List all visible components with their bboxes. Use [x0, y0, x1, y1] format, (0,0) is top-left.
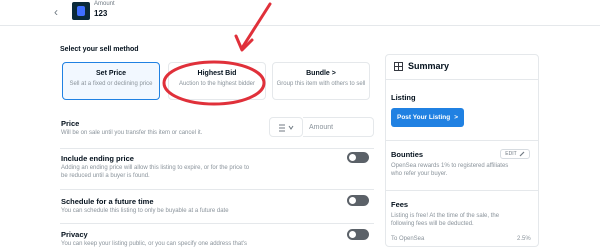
- divider: [60, 189, 374, 190]
- post-listing-label: Post Your Listing: [396, 114, 451, 121]
- future-time-description: You can schedule this listing to only be…: [61, 208, 229, 214]
- bounties-desc-2: who refer your buyer.: [391, 171, 448, 177]
- summary-title: Summary: [408, 61, 450, 71]
- future-time-title: Schedule for a future time: [61, 197, 154, 206]
- ethereum-icon: [279, 124, 294, 132]
- future-time-toggle[interactable]: [347, 195, 369, 206]
- amount-input[interactable]: Amount: [303, 117, 374, 137]
- sell-method-set-price[interactable]: Set Price Sell at a fixed or declining p…: [62, 62, 160, 100]
- item-value: 123: [94, 9, 108, 18]
- ending-price-toggle[interactable]: [347, 152, 369, 163]
- edit-label: EDIT: [505, 151, 517, 157]
- divider: [60, 148, 374, 149]
- privacy-title: Privacy: [61, 230, 88, 239]
- ending-price-desc-2: be reduced until a buyer is found.: [61, 173, 150, 179]
- item-label: Amount: [94, 1, 115, 7]
- bounties-desc-1: OpenSea rewards 1% to registered affilia…: [391, 163, 509, 169]
- ending-price-title: Include ending price: [61, 154, 134, 163]
- price-description: Will be on sale until you transfer this …: [61, 130, 203, 136]
- chevron-right-icon: >: [454, 114, 458, 121]
- bounties-label: Bounties: [391, 150, 424, 159]
- set-price-description: Sell at a fixed or declining price: [69, 81, 153, 87]
- annotation-arrow: [234, 2, 272, 52]
- fees-desc-1: Listing is free! At the time of the sale…: [391, 213, 500, 219]
- chevron-right-icon: >: [331, 70, 336, 77]
- item-thumbnail: [72, 2, 90, 20]
- divider: [386, 190, 538, 191]
- annotation-circle: [162, 60, 266, 106]
- edit-bounties-button[interactable]: EDIT: [500, 149, 530, 159]
- fee-row-label: To OpenSea: [391, 236, 425, 242]
- fee-row-value: 2.5%: [517, 236, 531, 242]
- set-price-title: Set Price: [96, 70, 126, 77]
- listing-label: Listing: [391, 93, 416, 102]
- price-title: Price: [61, 119, 80, 128]
- pencil-icon: [519, 151, 525, 157]
- sell-method-title: Select your sell method: [60, 46, 139, 53]
- post-listing-button[interactable]: Post Your Listing >: [391, 108, 464, 127]
- sell-method-bundle[interactable]: Bundle > Group this item with others to …: [272, 62, 370, 100]
- chevron-left-icon[interactable]: ‹: [54, 5, 58, 19]
- fees-desc-2: following fees will be deducted.: [391, 221, 474, 227]
- bundle-title: Bundle >: [306, 70, 336, 77]
- divider: [386, 140, 538, 141]
- privacy-toggle[interactable]: [347, 229, 369, 240]
- divider: [60, 223, 374, 224]
- currency-select[interactable]: [269, 117, 303, 137]
- ending-price-desc-1: Adding an ending price will allow this l…: [61, 165, 250, 171]
- fees-label: Fees: [391, 200, 409, 209]
- top-bar: [0, 0, 600, 26]
- bundle-description: Group this item with others to sell: [276, 81, 366, 87]
- summary-icon: [394, 62, 403, 71]
